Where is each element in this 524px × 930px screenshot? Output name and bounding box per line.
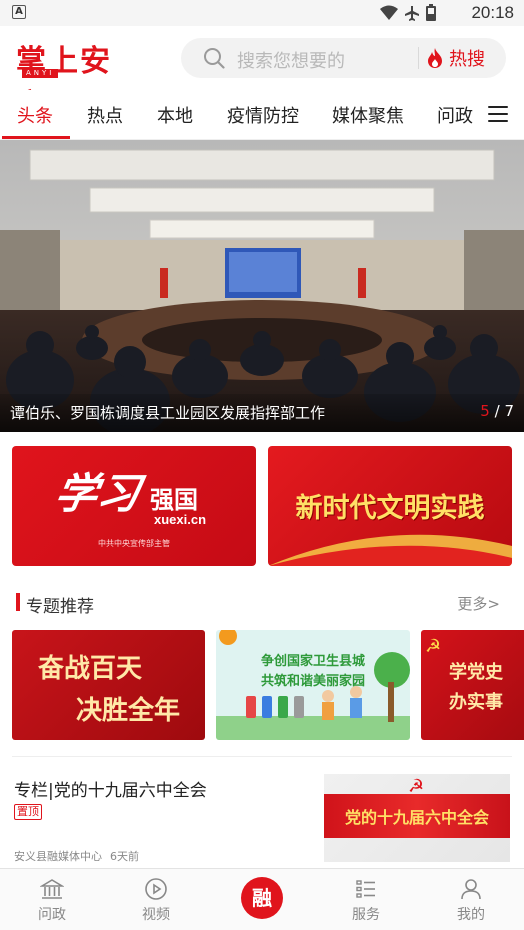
news-source: 安义县融媒体中心 (14, 850, 102, 863)
search-input[interactable]: 搜索您想要的 热搜 (181, 38, 506, 78)
nav-label: 视频 (142, 907, 170, 923)
status-bar: A 20:18 (0, 0, 524, 26)
section-accent-bar (16, 593, 20, 611)
bottom-nav: 问政 视频 融 服务 我的 (0, 868, 524, 930)
channel-menu-icon[interactable] (488, 106, 508, 123)
news-list-item[interactable]: 专栏|党的十九届六中全会 置顶 安义县融媒体中心 6天前 ☭ 党的十九届六中全会 (0, 758, 524, 868)
app-header: 掌上安义 ANYI 搜索您想要的 热搜 (0, 26, 524, 123)
party-emblem-icon: ☭ (408, 776, 425, 797)
center-media-button[interactable]: 融 (241, 877, 283, 919)
news-meta: 安义县融媒体中心 6天前 (14, 848, 139, 864)
topic-line-2: 办实事 (449, 692, 503, 713)
tab-governance[interactable]: 问政 (437, 102, 473, 128)
banner-image (0, 140, 524, 432)
search-placeholder: 搜索您想要的 (237, 51, 345, 72)
news-time: 6天前 (110, 850, 139, 863)
hot-search-button[interactable]: 热搜 (427, 44, 485, 72)
more-link[interactable]: 更多> (457, 593, 500, 614)
logo-subtext: ANYI (22, 69, 59, 78)
status-icons (380, 4, 436, 21)
banner-pager: 5 / 7 (480, 402, 514, 420)
nav-label: 问政 (38, 907, 66, 923)
status-time: 20:18 (471, 3, 514, 22)
civilization-practice-title: 新时代文明实践 (295, 493, 485, 524)
list-icon (356, 880, 375, 898)
flame-icon (428, 48, 442, 68)
thumbnail-text: 党的十九届六中全会 (344, 808, 489, 827)
pinned-badge: 置顶 (14, 804, 42, 820)
nav-video[interactable]: 视频 (121, 877, 191, 924)
tab-local[interactable]: 本地 (157, 102, 193, 128)
topic-card[interactable]: 争创国家卫生县城 共筑和谐美丽家园 (216, 630, 410, 740)
xuexi-brand: 强国 (150, 486, 198, 514)
topic-card[interactable]: 奋战百天 决胜全年 (12, 630, 205, 740)
pager-total: / 7 (494, 402, 514, 420)
xuexi-script-text: 学习 (51, 469, 144, 518)
xuexi-url: xuexi.cn (154, 512, 207, 527)
xuexi-subtitle: 中共中央宣传部主管 (98, 539, 170, 548)
nav-services[interactable]: 服务 (331, 877, 401, 924)
party-emblem-icon: ☭ (425, 636, 442, 657)
nav-label: 我的 (457, 907, 485, 923)
topic-card[interactable]: ☭ 学党史 办实事 (421, 630, 524, 740)
news-title: 专栏|党的十九届六中全会 (14, 781, 207, 801)
tab-media[interactable]: 媒体聚焦 (332, 102, 404, 128)
play-icon (145, 878, 167, 900)
topic-line-2: 决胜全年 (76, 696, 181, 726)
user-icon (461, 879, 481, 900)
news-thumbnail: ☭ 党的十九届六中全会 (324, 774, 510, 862)
tab-headlines[interactable]: 头条 (17, 102, 53, 128)
tab-epidemic[interactable]: 疫情防控 (227, 102, 299, 128)
app-logo: 掌上安义 ANYI (16, 36, 142, 123)
topic-line-2: 共筑和谐美丽家园 (260, 674, 365, 689)
divider (12, 756, 512, 757)
topic-section-header: 专题推荐 更多> (0, 580, 524, 626)
bank-icon (40, 879, 64, 899)
nav-profile[interactable]: 我的 (436, 877, 506, 924)
topic-cards: 奋战百天 决胜全年 争创国家卫生县城 共筑和谐美丽家园 ☭ 学党史 办实事 (0, 630, 524, 742)
banner-carousel[interactable]: 谭伯乐、罗国栋调度县工业园区发展指挥部工作 5 / 7 (0, 140, 524, 432)
topic-line-1: 奋战百天 (38, 654, 143, 684)
pager-current: 5 (480, 402, 490, 420)
channel-tabs: 头条 热点 本地 疫情防控 媒体聚焦 问政 (0, 90, 524, 140)
tab-hot[interactable]: 热点 (87, 102, 123, 128)
banner-caption: 谭伯乐、罗国栋调度县工业园区发展指挥部工作 (10, 404, 326, 422)
xuexi-tile[interactable]: 学习 强国 xuexi.cn 中共中央宣传部主管 (12, 446, 256, 566)
hot-search-label: 热搜 (449, 49, 485, 70)
battery-icon (426, 4, 436, 21)
nav-label: 服务 (352, 907, 380, 923)
section-title: 专题推荐 (26, 597, 94, 617)
wifi-icon (380, 5, 398, 20)
topic-line-1: 争创国家卫生县城 (260, 654, 365, 669)
civilization-practice-tile[interactable]: 新时代文明实践 (268, 446, 512, 566)
search-divider (418, 47, 419, 69)
nav-governance[interactable]: 问政 (17, 877, 87, 924)
active-tab-indicator (2, 136, 70, 139)
feature-tiles: 学习 强国 xuexi.cn 中共中央宣传部主管 新时代文明实践 (0, 432, 524, 580)
notification-app-icon: A (12, 5, 26, 19)
banner-caption-bar: 谭伯乐、罗国栋调度县工业园区发展指挥部工作 5 / 7 (0, 394, 524, 432)
topic-line-1: 学党史 (449, 662, 503, 683)
search-icon (204, 48, 225, 69)
airplane-icon (405, 5, 419, 21)
